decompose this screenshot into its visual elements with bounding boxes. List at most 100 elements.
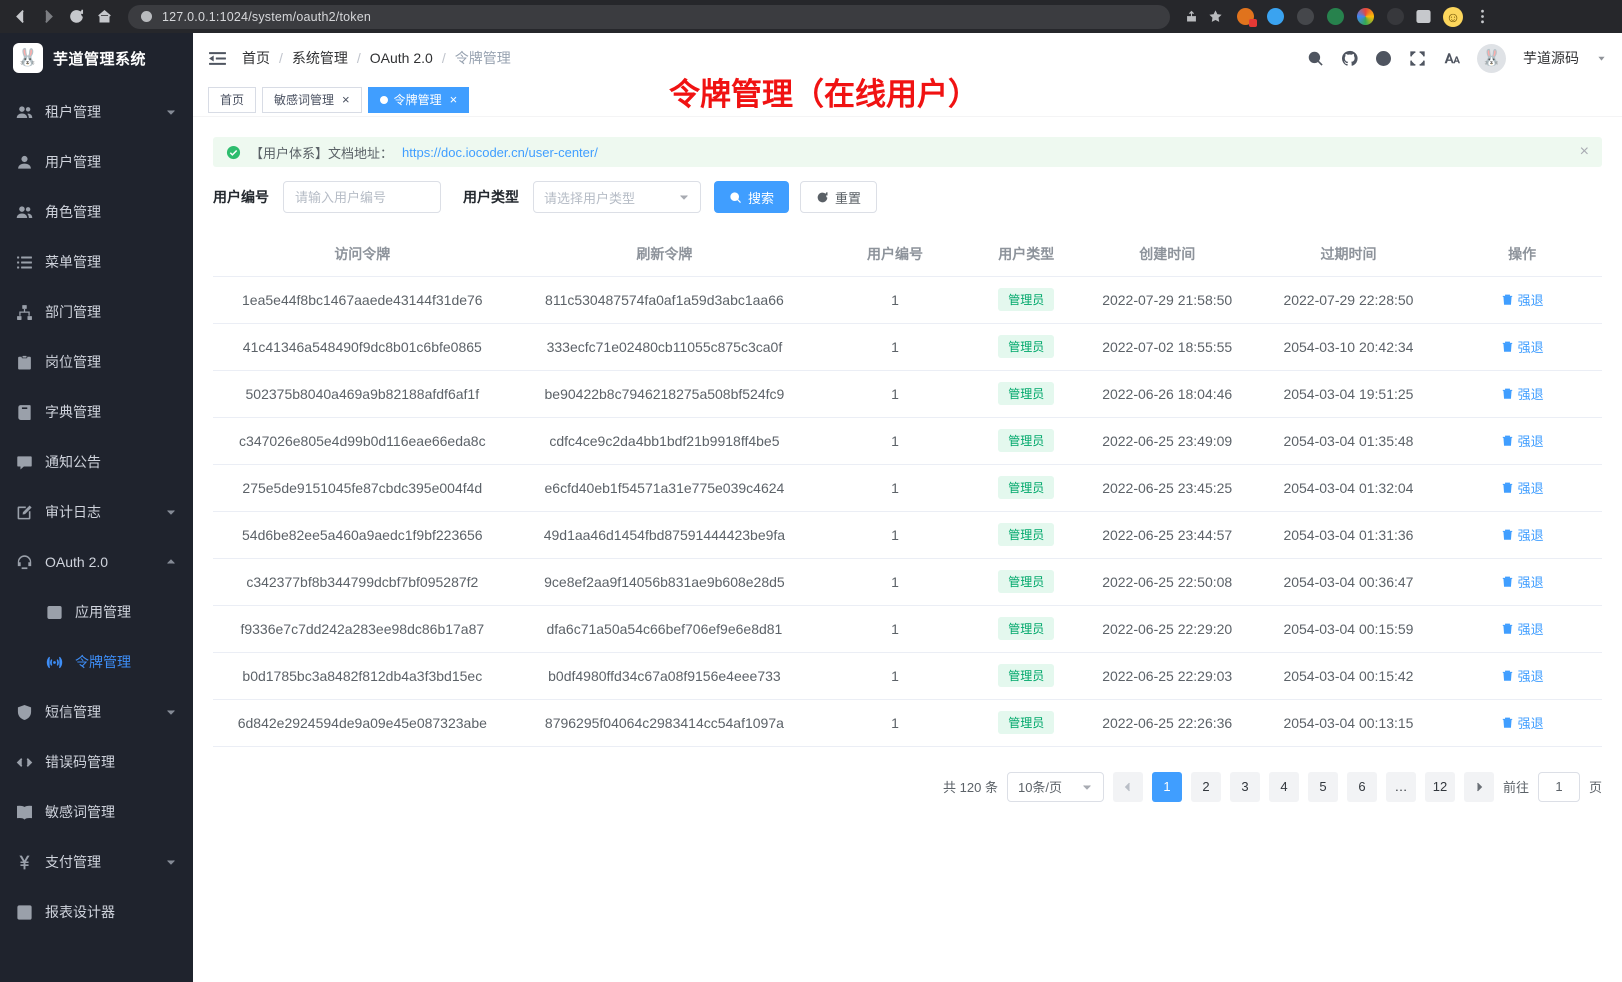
next-page-button[interactable]: [1464, 772, 1494, 802]
breadcrumb-item[interactable]: 系统管理: [292, 48, 348, 68]
sidebar-item-user[interactable]: 用户管理: [0, 137, 193, 187]
alert-close-icon[interactable]: ×: [1580, 144, 1589, 160]
user-id-input[interactable]: [283, 181, 441, 213]
force-logout-button[interactable]: 强退: [1501, 337, 1544, 356]
search-button[interactable]: 搜索: [714, 181, 789, 213]
breadcrumb-separator: /: [279, 50, 283, 66]
extension-dark-icon[interactable]: [1297, 8, 1314, 25]
breadcrumb-item[interactable]: OAuth 2.0: [370, 50, 433, 66]
force-logout-button[interactable]: 强退: [1501, 713, 1544, 732]
tab-close-icon[interactable]: ×: [450, 93, 458, 106]
users-icon: [16, 104, 33, 121]
code-icon: [16, 754, 33, 771]
sidebar-item-notice[interactable]: 通知公告: [0, 437, 193, 487]
address-bar[interactable]: 127.0.0.1:1024/system/oauth2/token: [128, 5, 1170, 29]
force-logout-button[interactable]: 强退: [1501, 384, 1544, 403]
user-id-label: 用户编号: [213, 187, 269, 207]
menu-fold-icon[interactable]: [208, 50, 227, 67]
jump-page-input[interactable]: [1538, 772, 1580, 802]
search-icon[interactable]: [1307, 50, 1324, 67]
info-icon[interactable]: [140, 10, 153, 23]
tab-home[interactable]: 首页: [208, 87, 256, 113]
force-logout-button[interactable]: 强退: [1501, 290, 1544, 309]
star-icon[interactable]: [1209, 10, 1222, 23]
reset-button[interactable]: 重置: [800, 181, 877, 213]
back-icon[interactable]: [12, 8, 29, 25]
sidebar-item-tenant[interactable]: 租户管理: [0, 87, 193, 137]
force-logout-button[interactable]: 强退: [1501, 478, 1544, 497]
app-logo[interactable]: 🐰 芋道管理系统: [0, 33, 193, 83]
sidebar-item-oauth2[interactable]: OAuth 2.0: [0, 537, 193, 587]
home-icon[interactable]: [96, 8, 113, 25]
trash-icon: [1501, 716, 1514, 729]
page-ellipsis[interactable]: …: [1386, 772, 1416, 802]
force-logout-button[interactable]: 强退: [1501, 666, 1544, 685]
sidebar-panel-icon[interactable]: [1415, 8, 1432, 25]
expire-time-cell: 2054-03-10 20:42:34: [1255, 323, 1443, 370]
sidebar-item-report[interactable]: 报表设计器: [0, 887, 193, 937]
expire-time-cell: 2022-07-29 22:28:50: [1255, 276, 1443, 323]
browser-profile-icon[interactable]: ☺: [1443, 7, 1463, 27]
sidebar-item-label: 令牌管理: [75, 652, 131, 672]
force-logout-button[interactable]: 强退: [1501, 619, 1544, 638]
extension-multicolor-icon[interactable]: [1357, 8, 1374, 25]
sidebar-item-dict[interactable]: 字典管理: [0, 387, 193, 437]
user-type-select[interactable]: 请选择用户类型: [533, 181, 701, 213]
font-size-icon[interactable]: [1443, 50, 1460, 67]
app-title: 芋道管理系统: [53, 48, 146, 69]
page-button-4[interactable]: 4: [1269, 772, 1299, 802]
sidebar-item-post[interactable]: 岗位管理: [0, 337, 193, 387]
kebab-menu-icon[interactable]: [1474, 8, 1491, 25]
page-button-1[interactable]: 1: [1152, 772, 1182, 802]
prev-page-button[interactable]: [1113, 772, 1143, 802]
sidebar-item-sensitive-word[interactable]: 敏感词管理: [0, 787, 193, 837]
force-logout-label: 强退: [1518, 478, 1544, 497]
sidebar-item-error-code[interactable]: 错误码管理: [0, 737, 193, 787]
trash-icon: [1501, 434, 1514, 447]
breadcrumb-separator: /: [357, 50, 361, 66]
extension-blue-icon[interactable]: [1267, 8, 1284, 25]
page-button-6[interactable]: 6: [1347, 772, 1377, 802]
sidebar-item-oauth2-app[interactable]: 应用管理: [0, 587, 193, 637]
github-icon[interactable]: [1341, 50, 1358, 67]
force-logout-button[interactable]: 强退: [1501, 431, 1544, 450]
tab-close-icon[interactable]: ×: [342, 93, 350, 106]
page-button-5[interactable]: 5: [1308, 772, 1338, 802]
user-type-cell: 管理员: [973, 323, 1080, 370]
breadcrumb-item: 令牌管理: [455, 48, 511, 68]
forward-icon[interactable]: [40, 8, 57, 25]
sidebar-item-sms[interactable]: 短信管理: [0, 687, 193, 737]
breadcrumb-item[interactable]: 首页: [242, 48, 270, 68]
page-button-3[interactable]: 3: [1230, 772, 1260, 802]
refresh-token-cell: cdfc4ce9c2da4bb1bdf21b9918ff4be5: [512, 417, 818, 464]
tab-token[interactable]: 令牌管理×: [368, 87, 470, 113]
username[interactable]: 芋道源码: [1523, 48, 1579, 68]
user-caret-icon[interactable]: [1596, 53, 1607, 64]
force-logout-button[interactable]: 强退: [1501, 525, 1544, 544]
sidebar-item-pay[interactable]: 支付管理: [0, 837, 193, 887]
sidebar-item-oauth2-token[interactable]: 令牌管理: [0, 637, 193, 687]
user-avatar[interactable]: 🐰: [1477, 44, 1506, 73]
extension-green-icon[interactable]: [1327, 8, 1344, 25]
alert-link[interactable]: https://doc.iocoder.cn/user-center/: [402, 145, 598, 160]
column-header-expire-time: 过期时间: [1255, 233, 1443, 276]
page-button-12[interactable]: 12: [1425, 772, 1455, 802]
sidebar-item-dept[interactable]: 部门管理: [0, 287, 193, 337]
help-icon[interactable]: [1375, 50, 1392, 67]
tab-sensitive-word[interactable]: 敏感词管理×: [262, 87, 362, 113]
fullscreen-icon[interactable]: [1409, 50, 1426, 67]
user-type-tag: 管理员: [998, 664, 1054, 687]
extension-orange-icon[interactable]: [1237, 8, 1254, 25]
force-logout-button[interactable]: 强退: [1501, 572, 1544, 591]
user-type-tag: 管理员: [998, 476, 1054, 499]
page-button-2[interactable]: 2: [1191, 772, 1221, 802]
share-icon[interactable]: [1185, 10, 1198, 23]
sidebar-item-menu[interactable]: 菜单管理: [0, 237, 193, 287]
reload-icon[interactable]: [68, 8, 85, 25]
sidebar-item-role[interactable]: 角色管理: [0, 187, 193, 237]
page-size-select[interactable]: 10条/页: [1007, 772, 1104, 802]
sidebar-item-audit-log[interactable]: 审计日志: [0, 487, 193, 537]
table-row: 275e5de9151045fe87cbdc395e004f4de6cfd40e…: [213, 464, 1602, 511]
extension-black-icon[interactable]: [1387, 8, 1404, 25]
column-header-create-time: 创建时间: [1080, 233, 1255, 276]
